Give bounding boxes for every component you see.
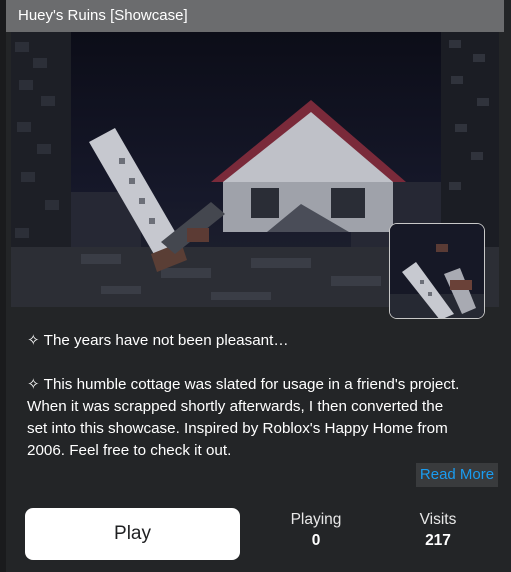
left-edge-shadow xyxy=(0,0,6,572)
game-title-bar: Huey's Ruins [Showcase] xyxy=(6,0,504,32)
game-description: ✧ The years have not been pleasant… ✧ Th… xyxy=(27,330,467,462)
visits-stat: Visits 217 xyxy=(402,510,474,552)
game-details-page: Huey's Ruins [Showcase] ✧ The years have… xyxy=(0,0,511,572)
description-paragraph: ✧ This humble cottage was slated for usa… xyxy=(27,376,460,459)
visits-label: Visits xyxy=(419,511,457,528)
read-more-button[interactable]: Read More xyxy=(416,463,498,487)
visits-count: 217 xyxy=(425,532,451,549)
play-button[interactable]: Play xyxy=(25,508,240,560)
thumbnail-image xyxy=(390,224,484,318)
playing-count: 0 xyxy=(311,532,321,549)
game-thumbnail[interactable] xyxy=(389,223,485,319)
game-title: Huey's Ruins [Showcase] xyxy=(18,7,188,24)
description-paragraph: ✧ The years have not been pleasant… xyxy=(27,332,289,349)
playing-label: Playing xyxy=(290,511,342,528)
playing-stat: Playing 0 xyxy=(280,510,352,552)
